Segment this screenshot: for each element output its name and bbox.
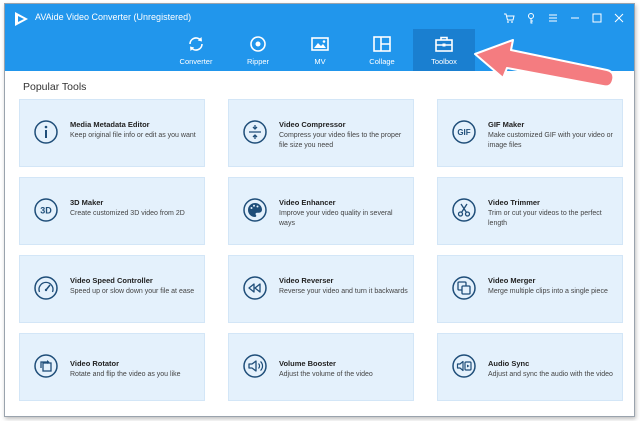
tool-name: 3D Maker xyxy=(70,198,104,207)
tool-video-compressor[interactable]: Video Compressor Compress your video fil… xyxy=(228,99,414,167)
tab-mv[interactable]: MV xyxy=(289,29,351,71)
section-title: Popular Tools xyxy=(23,81,87,93)
tool-desc: Keep original file info or edit as you w… xyxy=(70,132,196,139)
tool-name: Video Speed Controller xyxy=(70,276,153,285)
tool-name: Media Metadata Editor xyxy=(70,120,150,129)
3d-icon: 3D xyxy=(34,198,58,222)
tab-collage[interactable]: Collage xyxy=(351,29,413,71)
cart-icon[interactable] xyxy=(500,9,518,27)
tool-desc: Compress your video files to the proper … xyxy=(279,132,402,149)
tool-name: Video Rotator xyxy=(70,359,120,368)
svg-text:3D: 3D xyxy=(40,206,52,216)
tool-video-enhancer[interactable]: Video Enhancer Improve your video qualit… xyxy=(228,177,414,245)
tool-grid: Media Metadata Editor Keep original file… xyxy=(19,99,623,401)
maximize-icon[interactable] xyxy=(588,9,606,27)
tab-collage-label: Collage xyxy=(369,57,395,66)
tool-desc: Create customized 3D video from 2D xyxy=(70,210,185,217)
main-nav: Converter Ripper MV Collage Toolbox xyxy=(165,29,475,71)
tool-name: Video Merger xyxy=(488,276,536,285)
rotate-icon xyxy=(34,354,58,378)
tool-name: Video Enhancer xyxy=(279,198,336,207)
svg-text:GIF: GIF xyxy=(457,128,470,137)
tool-desc: Adjust the volume of the video xyxy=(279,371,373,378)
tool-video-merger[interactable]: Video Merger Merge multiple clips into a… xyxy=(437,255,623,323)
tool-desc: Rotate and flip the video as you like xyxy=(70,371,181,378)
tool-video-rotator[interactable]: Video Rotator Rotate and flip the video … xyxy=(19,333,205,401)
tool-name: GIF Maker xyxy=(488,120,525,129)
menu-icon[interactable] xyxy=(544,9,562,27)
info-icon xyxy=(34,120,58,144)
tool-name: Volume Booster xyxy=(279,359,336,368)
tool-video-speed-controller[interactable]: Video Speed Controller Speed up or slow … xyxy=(19,255,205,323)
close-icon[interactable] xyxy=(610,9,628,27)
tab-converter-label: Converter xyxy=(179,57,213,66)
tool-name: Video Compressor xyxy=(279,120,346,129)
annotation-arrow-icon xyxy=(474,39,615,88)
palette-icon xyxy=(243,198,267,222)
tool-3d-maker[interactable]: 3D 3D Maker Create customized 3D video f… xyxy=(19,177,205,245)
toolbox-icon xyxy=(435,36,453,52)
tab-converter[interactable]: Converter xyxy=(165,29,227,71)
tool-desc: Improve your video quality in several wa… xyxy=(279,210,393,227)
mv-icon xyxy=(311,37,329,51)
tab-toolbox-label: Toolbox xyxy=(431,57,457,66)
tool-name: Audio Sync xyxy=(488,359,530,368)
merge-icon xyxy=(452,276,476,300)
app-window: AVAide Video Converter (Unregistered) Co… xyxy=(4,3,635,417)
tool-video-trimmer[interactable]: Video Trimmer Trim or cut your videos to… xyxy=(437,177,623,245)
rewind-icon xyxy=(243,276,267,300)
audio-sync-icon xyxy=(452,354,476,378)
tool-desc: Trim or cut your videos to the perfect l… xyxy=(488,210,602,227)
tool-video-reverser[interactable]: Video Reverser Reverse your video and tu… xyxy=(228,255,414,323)
gif-icon: GIF xyxy=(452,120,476,144)
tool-name: Video Trimmer xyxy=(488,198,540,207)
tab-ripper[interactable]: Ripper xyxy=(227,29,289,71)
tab-toolbox[interactable]: Toolbox xyxy=(413,29,475,71)
window-controls xyxy=(500,9,628,27)
volume-icon xyxy=(243,354,267,378)
tool-media-metadata-editor[interactable]: Media Metadata Editor Keep original file… xyxy=(19,99,205,167)
tab-mv-label: MV xyxy=(314,57,326,66)
collage-icon xyxy=(373,36,391,52)
disc-icon xyxy=(250,36,266,52)
tool-desc: Make customized GIF with your video or i… xyxy=(488,132,613,149)
scissors-icon xyxy=(452,198,476,222)
tab-ripper-label: Ripper xyxy=(246,57,270,66)
tool-name: Video Reverser xyxy=(279,276,334,285)
tool-audio-sync[interactable]: Audio Sync Adjust and sync the audio wit… xyxy=(437,333,623,401)
app-title: AVAide Video Converter (Unregistered) xyxy=(35,12,192,22)
tool-desc: Speed up or slow down your file at ease xyxy=(70,288,195,295)
app-logo-icon xyxy=(15,12,28,26)
tool-desc: Reverse your video and turn it backwards xyxy=(279,288,408,295)
tool-volume-booster[interactable]: Volume Booster Adjust the volume of the … xyxy=(228,333,414,401)
convert-icon xyxy=(189,37,203,51)
key-icon[interactable] xyxy=(522,9,540,27)
tool-gif-maker[interactable]: GIF GIF Maker Make customized GIF with y… xyxy=(437,99,623,167)
tool-desc: Adjust and sync the audio with the video xyxy=(488,371,613,378)
compress-icon xyxy=(243,120,267,144)
minimize-icon[interactable] xyxy=(566,9,584,27)
speedometer-icon xyxy=(34,276,58,300)
tool-desc: Merge multiple clips into a single piece xyxy=(488,288,608,295)
